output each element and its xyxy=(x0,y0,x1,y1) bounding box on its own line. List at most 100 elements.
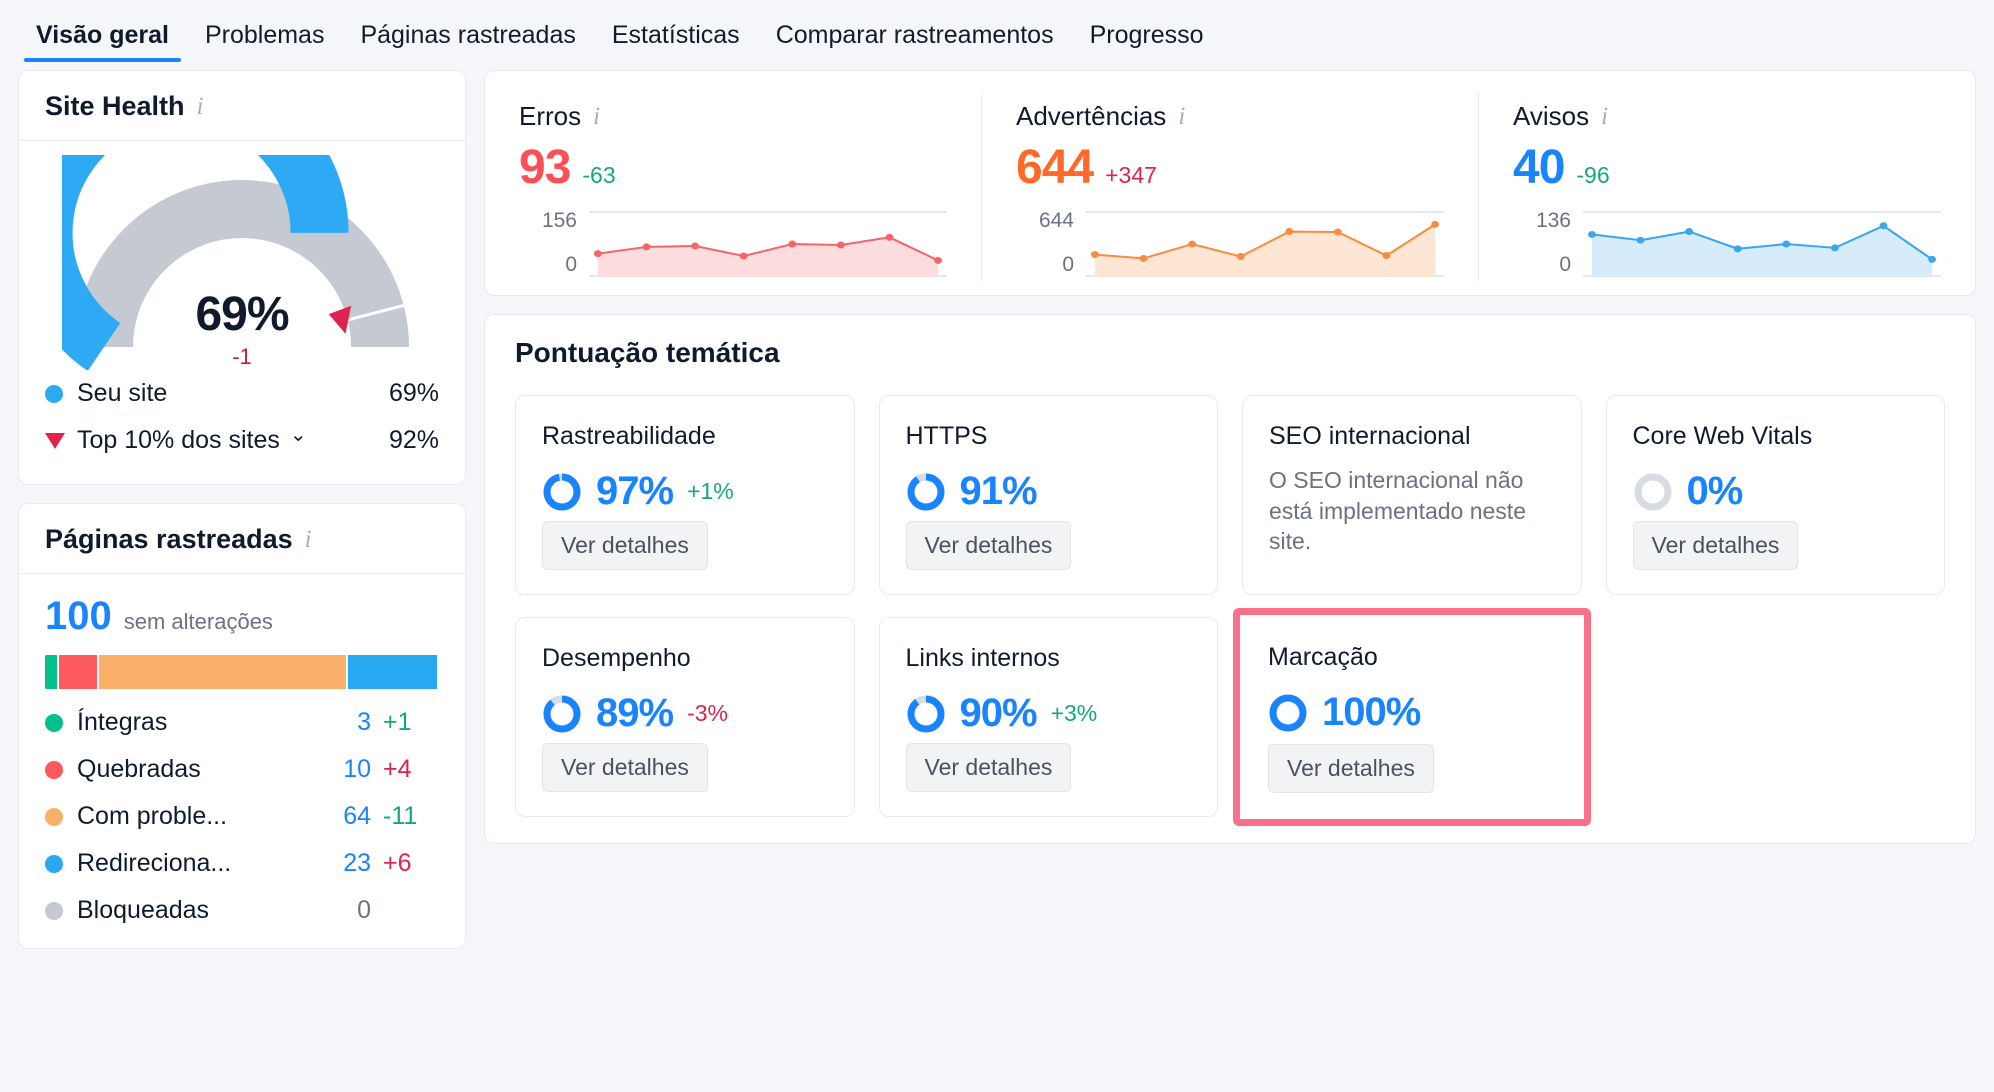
site-health-body: 69% -1 Seu site 69% Top 10% dos sites ⌄ 92% xyxy=(19,141,465,484)
thematic-title: Pontuação temática xyxy=(515,337,780,368)
stat-header: Avisos i xyxy=(1513,101,1941,132)
stat-card-advertências: Advertências i 644 +347 644 0 xyxy=(981,93,1478,281)
donut-progress-icon xyxy=(907,473,944,510)
info-icon[interactable]: i xyxy=(305,527,312,552)
view-details-button[interactable]: Ver detalhes xyxy=(1268,744,1434,793)
thematic-card-title: Marcação xyxy=(1268,643,1378,671)
thematic-card-https: HTTPS 91% Ver detalhes xyxy=(878,395,1218,595)
donut-progress-icon xyxy=(543,473,581,510)
gauge-value-group: 69% -1 xyxy=(45,287,439,370)
crawled-pages-card: Páginas rastreadas i 100 sem alterações … xyxy=(18,503,466,949)
info-icon[interactable]: i xyxy=(593,104,600,129)
crawled-pages-body: 100 sem alterações Íntegras 3 +1 Quebradas 1… xyxy=(19,574,465,948)
legend-label: Redireciona... xyxy=(77,849,232,877)
crawled-pages-legend: Íntegras 3 +1 Quebradas 10 +4 Com proble... 64-… xyxy=(45,699,439,934)
triangle-down-icon xyxy=(45,432,65,449)
stat-value: 93 xyxy=(519,141,571,194)
chevron-down-icon[interactable]: ⌄ xyxy=(290,422,307,447)
view-details-button[interactable]: Ver detalhes xyxy=(905,743,1072,792)
stat-value: 644 xyxy=(1016,141,1094,194)
stacked-bar-segment xyxy=(99,655,347,689)
crawled-pages-stacked-bar xyxy=(45,655,439,689)
stat-name: Advertências xyxy=(1016,101,1167,131)
sparkline: 156 0 xyxy=(519,209,947,277)
thematic-card-note: O SEO internacional não está implementad… xyxy=(1269,467,1526,555)
thematic-card-percent: 97% xyxy=(596,469,674,513)
crawled-pages-legend-row[interactable]: Com proble... 64 -11 xyxy=(45,793,439,840)
legend-value: 92% xyxy=(388,426,439,454)
thematic-card-percent: 90% xyxy=(959,691,1038,735)
axis-max-label: 644 xyxy=(1038,209,1074,232)
legend-label: Com proble... xyxy=(77,802,228,830)
legend-value: 64 xyxy=(343,802,371,830)
crawled-pages-total: 100 xyxy=(45,594,112,638)
stat-card-avisos: Avisos i 40 -96 136 0 xyxy=(1478,93,1975,281)
sparkline: 136 0 xyxy=(1513,209,1941,277)
thematic-card-percent: 0% xyxy=(1686,469,1744,513)
stacked-bar-segment xyxy=(45,655,57,689)
site-health-header: Site Health i xyxy=(19,71,465,141)
tab-problemas[interactable]: Problemas xyxy=(187,21,343,62)
stat-delta: +347 xyxy=(1105,162,1157,188)
site-health-legend-row[interactable]: Top 10% dos sites ⌄ 92% xyxy=(45,417,439,464)
thematic-card-delta: +3% xyxy=(1050,700,1098,726)
page-body: Site Health i 69% -1 Seu site 69% Top 10… xyxy=(0,62,1994,1092)
legend-delta: +4 xyxy=(383,755,412,783)
legend-value: 23 xyxy=(343,849,371,877)
legend-label: Bloqueadas xyxy=(77,896,210,924)
legend-value: 10 xyxy=(343,755,371,783)
view-details-button[interactable]: Ver detalhes xyxy=(905,521,1072,570)
thematic-card-score: 97% +1% xyxy=(542,469,828,514)
thematic-card-links-internos: Links internos 90% +3% Ver detalhes xyxy=(878,617,1218,817)
thematic-card-title: Core Web Vitals xyxy=(1632,422,1813,450)
legend-value: 3 xyxy=(357,708,371,736)
info-icon[interactable]: i xyxy=(1601,104,1608,129)
tab-visão-geral[interactable]: Visão geral xyxy=(18,21,187,62)
legend-label: Top 10% dos sites xyxy=(77,426,280,454)
tab-progresso[interactable]: Progresso xyxy=(1072,21,1222,62)
info-icon[interactable]: i xyxy=(1178,104,1185,129)
tab-comparar-rastreamentos[interactable]: Comparar rastreamentos xyxy=(758,21,1072,62)
site-health-legend: Seu site 69% Top 10% dos sites ⌄ 92% xyxy=(45,370,439,464)
stat-value-group: 93 -63 xyxy=(519,140,947,195)
legend-dot-icon xyxy=(45,760,63,779)
site-health-delta: -1 xyxy=(232,344,252,369)
stat-value-group: 40 -96 xyxy=(1513,140,1941,195)
tab-bar: Visão geral Problemas Páginas rastreadas Es… xyxy=(0,0,1994,62)
thematic-card-percent: 91% xyxy=(959,469,1038,513)
view-details-button[interactable]: Ver detalhes xyxy=(542,521,708,570)
view-details-button[interactable]: Ver detalhes xyxy=(1632,521,1799,570)
crawled-pages-header: Páginas rastreadas i xyxy=(19,504,465,574)
thematic-card-rastreabilidade: Rastreabilidade 97% +1% Ver detalhes xyxy=(515,395,855,595)
thematic-card-title: SEO internacional xyxy=(1269,422,1471,450)
info-icon[interactable]: i xyxy=(197,94,204,119)
legend-label: Íntegras xyxy=(77,708,168,736)
stat-name: Avisos xyxy=(1513,101,1590,131)
site-health-percent: 69% xyxy=(195,288,289,341)
tab-estatísticas[interactable]: Estatísticas xyxy=(594,21,758,62)
thematic-card-score: 89% -3% xyxy=(542,691,828,736)
site-health-title: Site Health xyxy=(45,91,185,121)
sparkline-axis: 644 0 xyxy=(1016,209,1086,277)
thematic-card-score: 90% +3% xyxy=(906,691,1192,736)
legend-dot-icon xyxy=(45,901,63,920)
issue-stats-card: Erros i 93 -63 156 0 Advertências i 644 +347 644 0 A… xyxy=(484,70,1976,296)
stat-card-erros: Erros i 93 -63 156 0 xyxy=(485,93,981,281)
crawled-pages-legend-row[interactable]: Bloqueadas 0 xyxy=(45,887,439,934)
thematic-card-desempenho: Desempenho 89% -3% Ver detalhes xyxy=(515,617,855,817)
stat-header: Advertências i xyxy=(1016,101,1444,132)
tab-páginas-rastreadas[interactable]: Páginas rastreadas xyxy=(342,21,593,62)
crawled-pages-legend-row[interactable]: Quebradas 10 +4 xyxy=(45,746,439,793)
crawled-pages-legend-row[interactable]: Redireciona... 23 +6 xyxy=(45,840,439,887)
legend-dot-icon xyxy=(45,854,63,873)
thematic-card-seo-internacional: SEO internacional O SEO internacional não… xyxy=(1242,395,1582,595)
crawled-pages-title: Páginas rastreadas xyxy=(45,524,293,554)
thematic-card-delta: -3% xyxy=(687,700,728,726)
stat-name: Erros xyxy=(519,101,582,131)
legend-delta: -11 xyxy=(383,802,418,830)
thematic-card-score: 0% xyxy=(1633,469,1919,514)
legend-value: 0 xyxy=(357,896,371,924)
sparkline-axis: 156 0 xyxy=(519,209,589,277)
view-details-button[interactable]: Ver detalhes xyxy=(542,743,708,792)
crawled-pages-legend-row[interactable]: Íntegras 3 +1 xyxy=(45,699,439,746)
